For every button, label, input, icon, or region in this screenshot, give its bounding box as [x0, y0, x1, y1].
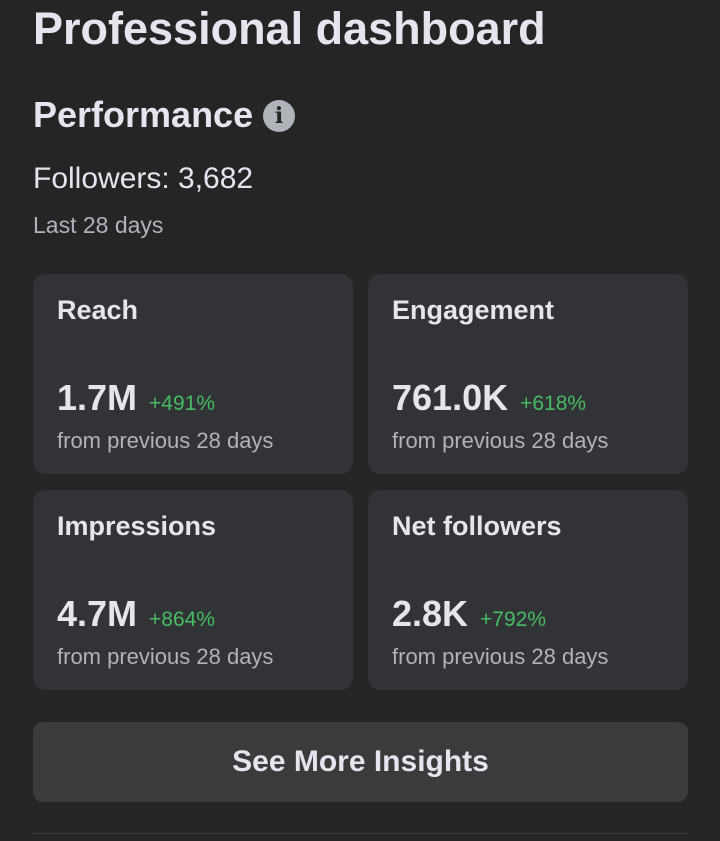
performance-header: Performance i — [33, 93, 296, 137]
card-label: Net followers — [392, 511, 562, 541]
card-change: +792% — [480, 608, 547, 631]
card-subtext: from previous 28 days — [57, 428, 274, 453]
info-icon[interactable]: i — [263, 100, 296, 132]
card-change: +864% — [149, 608, 216, 631]
see-more-insights-button[interactable]: See More Insights — [33, 722, 688, 802]
reach-card[interactable]: Reach 1.7M +491% from previous 28 days — [33, 274, 353, 474]
engagement-card[interactable]: Engagement 761.0K +618% from previous 28… — [368, 274, 688, 474]
card-value: 761.0K — [392, 377, 509, 418]
followers-count: Followers: 3,682 — [33, 162, 254, 195]
card-value-row: 1.7M +491% — [57, 376, 215, 420]
card-value: 2.8K — [392, 593, 469, 634]
card-subtext: from previous 28 days — [392, 644, 609, 669]
card-subtext: from previous 28 days — [392, 428, 609, 453]
card-value-row: 4.7M +864% — [57, 592, 215, 636]
card-label: Reach — [57, 295, 139, 325]
period-label: Last 28 days — [33, 212, 164, 238]
impressions-card[interactable]: Impressions 4.7M +864% from previous 28 … — [33, 490, 353, 690]
card-label: Impressions — [57, 511, 217, 541]
card-value: 1.7M — [57, 377, 138, 418]
page-title: Professional dashboard — [33, 3, 546, 54]
net-followers-card[interactable]: Net followers 2.8K +792% from previous 2… — [368, 490, 688, 690]
card-value-row: 761.0K +618% — [392, 376, 586, 420]
card-value: 4.7M — [57, 593, 138, 634]
card-value-row: 2.8K +792% — [392, 592, 546, 636]
card-subtext: from previous 28 days — [57, 644, 274, 669]
performance-title: Performance — [33, 94, 254, 135]
divider — [33, 833, 688, 834]
card-change: +618% — [520, 392, 587, 415]
card-change: +491% — [149, 392, 216, 415]
card-label: Engagement — [392, 295, 555, 325]
